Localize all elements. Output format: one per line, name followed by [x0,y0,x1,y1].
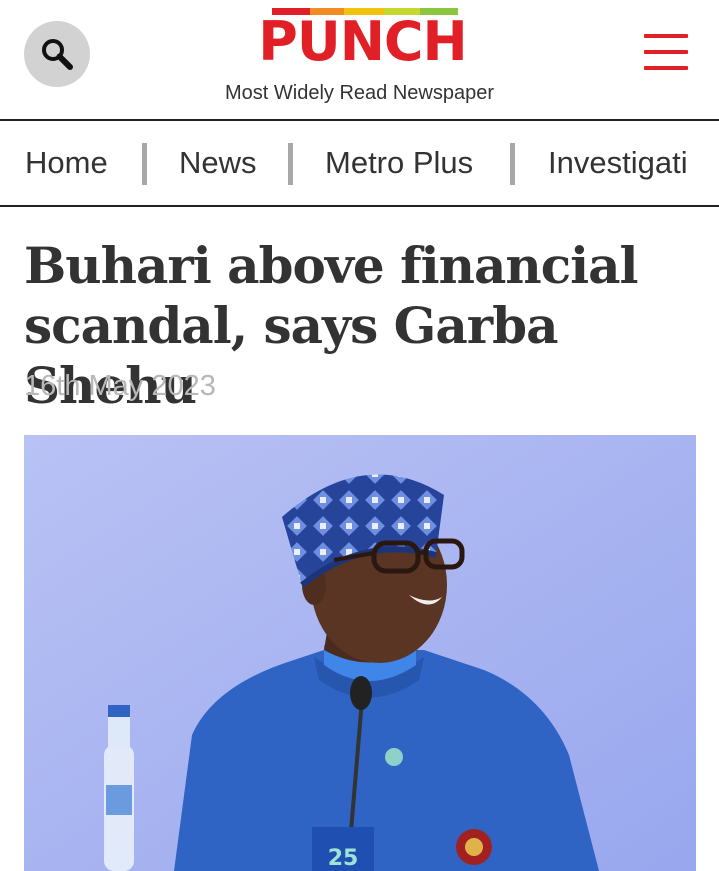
article-date: 16th May 2023 [24,370,216,402]
logo-wordmark: PUNCH [258,10,467,73]
placard-number: 25 [328,846,359,871]
menu-button[interactable] [644,34,688,72]
site-logo[interactable]: PUNCH [220,8,505,70]
nav-separator [288,143,293,185]
nav-item-home[interactable]: Home [25,121,108,205]
hamburger-icon-bar [644,34,688,38]
search-icon [42,39,73,70]
hamburger-icon-bar [644,50,688,54]
nav-separator [510,143,515,185]
main-nav: Home News Metro Plus Investigati [0,119,719,207]
nav-item-metro-plus[interactable]: Metro Plus [325,121,473,205]
nav-item-news[interactable]: News [179,121,257,205]
search-button[interactable] [24,21,90,87]
site-header: PUNCH Most Widely Read Newspaper [0,0,719,120]
article-photo-illustration: 25 [24,435,696,871]
nav-item-investigations[interactable]: Investigati [548,121,688,205]
article-photo[interactable]: 25 [24,435,696,871]
site-tagline: Most Widely Read Newspaper [225,82,494,104]
nav-separator [142,143,147,185]
hamburger-icon-bar [644,66,688,70]
